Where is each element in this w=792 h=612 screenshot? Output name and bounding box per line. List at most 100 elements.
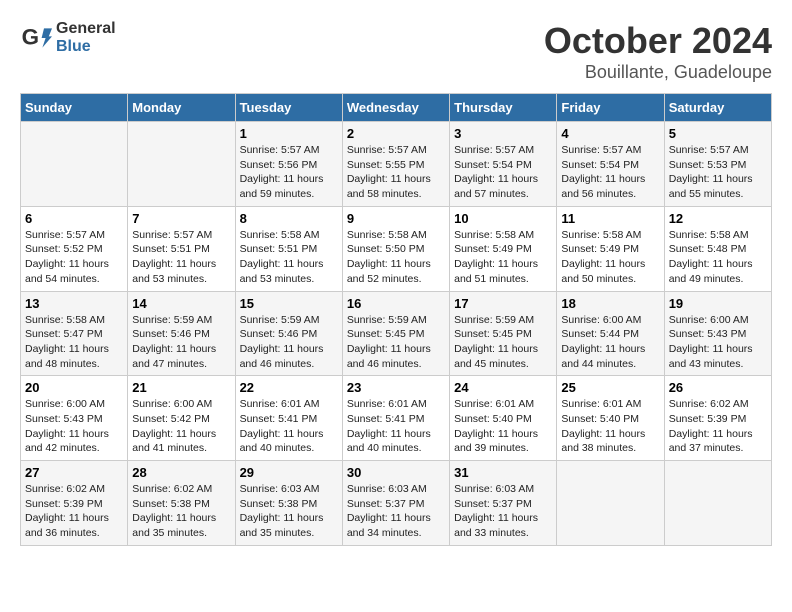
daylight-text: Daylight: 11 hours [240,511,338,526]
day-number: 18 [561,296,659,311]
day-info: Sunrise: 5:58 AMSunset: 5:48 PMDaylight:… [669,228,767,287]
daylight-text: Daylight: 11 hours [132,427,230,442]
day-number: 4 [561,126,659,141]
sunset-text: Sunset: 5:49 PM [561,242,659,257]
sunrise-text: Sunrise: 5:59 AM [132,313,230,328]
sunrise-text: Sunrise: 5:59 AM [240,313,338,328]
sunrise-text: Sunrise: 5:58 AM [240,228,338,243]
sunrise-text: Sunrise: 5:59 AM [347,313,445,328]
calendar-cell: 29 Sunrise: 6:03 AMSunset: 5:38 PMDayligh… [235,461,342,546]
day-number: 24 [454,380,552,395]
logo-text-blue: Blue [56,38,116,56]
day-info: Sunrise: 6:00 AMSunset: 5:43 PMDaylight:… [25,397,123,456]
calendar-table: SundayMondayTuesdayWednesdayThursdayFrid… [20,93,772,546]
daylight-text-cont: and 53 minutes. [240,272,338,287]
daylight-text-cont: and 46 minutes. [240,357,338,372]
sunset-text: Sunset: 5:39 PM [669,412,767,427]
sunset-text: Sunset: 5:51 PM [240,242,338,257]
daylight-text-cont: and 38 minutes. [561,441,659,456]
daylight-text-cont: and 46 minutes. [347,357,445,372]
day-number: 12 [669,211,767,226]
day-number: 20 [25,380,123,395]
day-info: Sunrise: 5:57 AMSunset: 5:51 PMDaylight:… [132,228,230,287]
calendar-cell: 28 Sunrise: 6:02 AMSunset: 5:38 PMDayligh… [128,461,235,546]
calendar-cell: 14Sunrise: 5:59 AMSunset: 5:46 PMDayligh… [128,291,235,376]
day-number: 28 [132,465,230,480]
day-number: 26 [669,380,767,395]
day-info: Sunrise: 5:57 AMSunset: 5:52 PMDaylight:… [25,228,123,287]
sunrise-text: Sunrise: 6:02 AM [132,482,230,497]
day-number: 13 [25,296,123,311]
calendar-cell: 20 Sunrise: 6:00 AMSunset: 5:43 PMDayligh… [21,376,128,461]
sunset-text: Sunset: 5:50 PM [347,242,445,257]
daylight-text: Daylight: 11 hours [454,427,552,442]
sunset-text: Sunset: 5:48 PM [669,242,767,257]
sunrise-text: Sunrise: 5:58 AM [454,228,552,243]
daylight-text-cont: and 58 minutes. [347,187,445,202]
sunset-text: Sunset: 5:49 PM [454,242,552,257]
calendar-cell: 13Sunrise: 5:58 AMSunset: 5:47 PMDayligh… [21,291,128,376]
sunrise-text: Sunrise: 5:58 AM [347,228,445,243]
sunset-text: Sunset: 5:41 PM [347,412,445,427]
sunset-text: Sunset: 5:37 PM [347,497,445,512]
day-number: 9 [347,211,445,226]
week-row-2: 6Sunrise: 5:57 AMSunset: 5:52 PMDaylight… [21,206,772,291]
day-info: Sunrise: 5:58 AMSunset: 5:50 PMDaylight:… [347,228,445,287]
sunrise-text: Sunrise: 5:57 AM [25,228,123,243]
day-info: Sunrise: 5:58 AMSunset: 5:49 PMDaylight:… [561,228,659,287]
day-info: Sunrise: 5:59 AMSunset: 5:45 PMDaylight:… [454,313,552,372]
sunset-text: Sunset: 5:47 PM [25,327,123,342]
sunset-text: Sunset: 5:38 PM [132,497,230,512]
daylight-text-cont: and 52 minutes. [347,272,445,287]
calendar-cell: 12 Sunrise: 5:58 AMSunset: 5:48 PMDayligh… [664,206,771,291]
sunset-text: Sunset: 5:56 PM [240,158,338,173]
page-header: G General Blue October 2024 Bouillante, … [20,20,772,83]
day-number: 29 [240,465,338,480]
day-number: 11 [561,211,659,226]
daylight-text-cont: and 40 minutes. [347,441,445,456]
week-row-1: 1Sunrise: 5:57 AMSunset: 5:56 PMDaylight… [21,122,772,207]
day-info: Sunrise: 5:58 AMSunset: 5:51 PMDaylight:… [240,228,338,287]
title-block: October 2024 Bouillante, Guadeloupe [544,20,772,83]
daylight-text: Daylight: 11 hours [240,427,338,442]
day-info: Sunrise: 6:01 AMSunset: 5:41 PMDaylight:… [240,397,338,456]
sunrise-text: Sunrise: 5:57 AM [561,143,659,158]
calendar-cell [664,461,771,546]
calendar-cell: 9 Sunrise: 5:58 AMSunset: 5:50 PMDaylight… [342,206,449,291]
daylight-text: Daylight: 11 hours [561,257,659,272]
day-info: Sunrise: 5:59 AMSunset: 5:46 PMDaylight:… [240,313,338,372]
day-info: Sunrise: 5:57 AMSunset: 5:56 PMDaylight:… [240,143,338,202]
daylight-text: Daylight: 11 hours [132,511,230,526]
daylight-text-cont: and 43 minutes. [669,357,767,372]
calendar-cell: 5Sunrise: 5:57 AMSunset: 5:53 PMDaylight… [664,122,771,207]
calendar-cell: 1Sunrise: 5:57 AMSunset: 5:56 PMDaylight… [235,122,342,207]
calendar-cell: 19Sunrise: 6:00 AMSunset: 5:43 PMDayligh… [664,291,771,376]
week-row-3: 13Sunrise: 5:58 AMSunset: 5:47 PMDayligh… [21,291,772,376]
day-info: Sunrise: 5:58 AMSunset: 5:49 PMDaylight:… [454,228,552,287]
header-thursday: Thursday [450,94,557,122]
calendar-cell: 15Sunrise: 5:59 AMSunset: 5:46 PMDayligh… [235,291,342,376]
sunrise-text: Sunrise: 6:00 AM [561,313,659,328]
daylight-text: Daylight: 11 hours [454,511,552,526]
sunrise-text: Sunrise: 6:03 AM [240,482,338,497]
day-number: 8 [240,211,338,226]
sunrise-text: Sunrise: 5:57 AM [454,143,552,158]
calendar-header-row: SundayMondayTuesdayWednesdayThursdayFrid… [21,94,772,122]
calendar-cell: 7Sunrise: 5:57 AMSunset: 5:51 PMDaylight… [128,206,235,291]
daylight-text: Daylight: 11 hours [25,427,123,442]
day-info: Sunrise: 6:03 AMSunset: 5:38 PMDaylight:… [240,482,338,541]
daylight-text-cont: and 41 minutes. [132,441,230,456]
daylight-text: Daylight: 11 hours [561,172,659,187]
sunset-text: Sunset: 5:45 PM [347,327,445,342]
day-info: Sunrise: 6:02 AMSunset: 5:38 PMDaylight:… [132,482,230,541]
header-sunday: Sunday [21,94,128,122]
calendar-cell [557,461,664,546]
calendar-cell [128,122,235,207]
daylight-text: Daylight: 11 hours [669,257,767,272]
calendar-cell: 16Sunrise: 5:59 AMSunset: 5:45 PMDayligh… [342,291,449,376]
day-number: 31 [454,465,552,480]
daylight-text: Daylight: 11 hours [25,257,123,272]
calendar-cell: 25Sunrise: 6:01 AMSunset: 5:40 PMDayligh… [557,376,664,461]
daylight-text-cont: and 42 minutes. [25,441,123,456]
calendar-cell: 30Sunrise: 6:03 AMSunset: 5:37 PMDayligh… [342,461,449,546]
